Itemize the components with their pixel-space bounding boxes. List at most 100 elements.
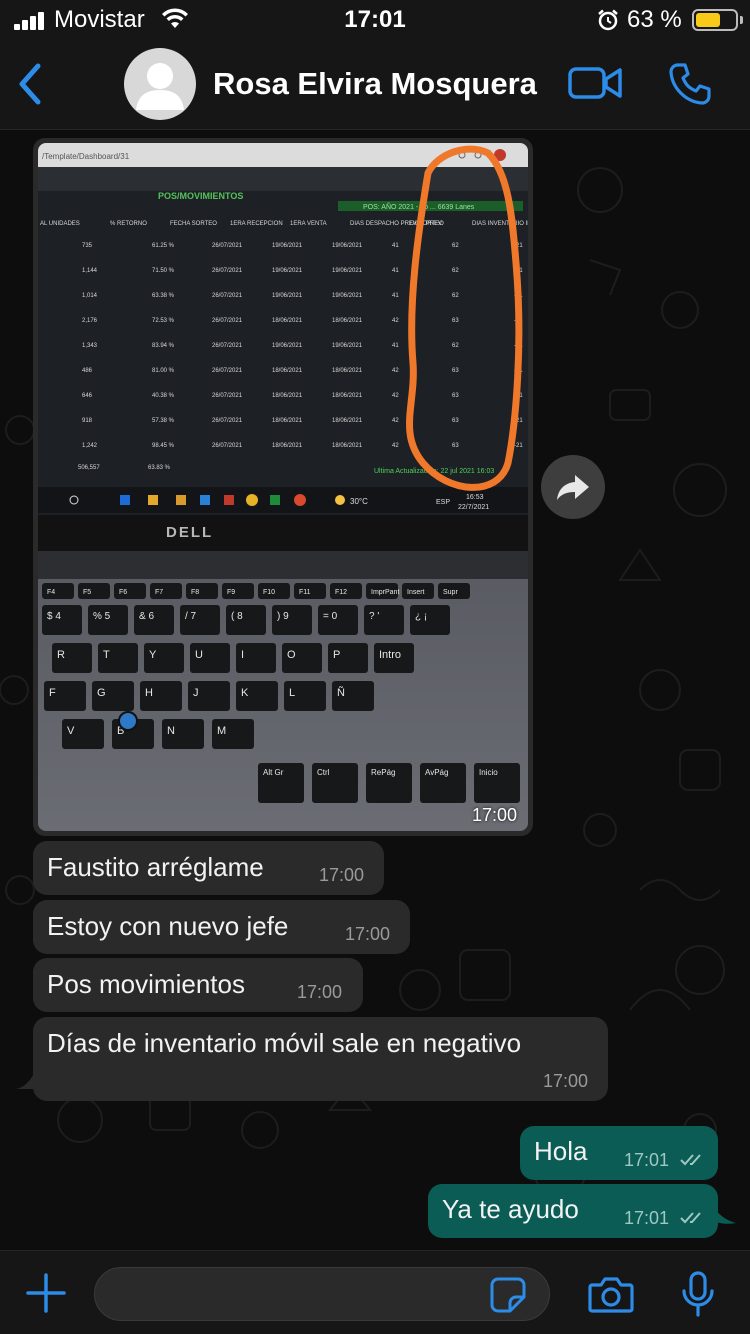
photo-weather: 30°C — [350, 497, 368, 506]
bubble-tail — [710, 1197, 736, 1224]
photo-cell: 18/06/2021 — [332, 368, 363, 374]
photo-key-label: ? ' — [369, 611, 379, 622]
chat-area[interactable]: /Template/Dashboard/31 POS/MOVIMIENTOS P… — [0, 130, 750, 1250]
photo-cell: 63 — [452, 393, 459, 399]
photo-cell: 41 — [392, 243, 399, 249]
photo-cell: 42 — [392, 368, 399, 374]
photo-key-label: R — [57, 649, 65, 661]
photo-key-label: Alt Gr — [263, 768, 284, 777]
message-bubble[interactable]: Días de inventario móvil sale en negativ… — [33, 1017, 608, 1101]
sticker-icon[interactable] — [490, 1277, 526, 1313]
photo-cell: 62 — [452, 343, 459, 349]
photo-cell: 1,144 — [82, 268, 98, 274]
photo-key-label: I — [241, 649, 244, 661]
photo-column-header: DIAS PREV — [410, 221, 442, 227]
photo-key-label: ¿ ¡ — [415, 611, 427, 622]
message-bubble[interactable]: Ya te ayudo 17:01 — [428, 1184, 718, 1238]
phone-call-icon[interactable] — [668, 62, 712, 106]
forward-button[interactable] — [541, 455, 605, 519]
photo-cell: 646 — [82, 393, 93, 399]
photo-key-label: F6 — [119, 589, 127, 596]
photo-key-label: F9 — [227, 589, 235, 596]
photo-cell: -21 — [514, 443, 523, 449]
message-text: Faustito arréglame — [47, 852, 264, 882]
plus-icon[interactable] — [26, 1273, 66, 1313]
photo-brand: DELL — [166, 524, 213, 541]
back-chevron-icon[interactable] — [14, 62, 44, 106]
photo-image: /Template/Dashboard/31 POS/MOVIMIENTOS P… — [38, 143, 528, 831]
video-call-icon[interactable] — [568, 65, 622, 101]
photo-cell: 40.38 % — [152, 393, 175, 399]
photo-cell: 42 — [392, 318, 399, 324]
camera-icon[interactable] — [588, 1275, 634, 1313]
photo-key-label: $ 4 — [47, 611, 61, 622]
photo-key-label: % 5 — [93, 611, 111, 622]
photo-cell: 63.38 % — [152, 293, 175, 299]
avatar[interactable] — [124, 48, 196, 120]
message-time: 17:00 — [345, 924, 391, 944]
photo-cell: 1,242 — [82, 443, 98, 449]
photo-cell: 26/07/2021 — [212, 343, 243, 349]
photo-key-label: V — [67, 725, 75, 737]
photo-cell: 26/07/2021 — [212, 418, 243, 424]
photo-cell: 19/06/2021 — [332, 243, 363, 249]
message-time: 17:00 — [543, 1071, 589, 1091]
photo-cell: 18/06/2021 — [272, 318, 303, 324]
microphone-icon[interactable] — [680, 1271, 716, 1317]
message-bubble[interactable]: Pos movimientos 17:00 — [33, 958, 363, 1012]
photo-total-cell: 506,557 — [78, 465, 100, 471]
photo-date: 22/7/2021 — [458, 504, 489, 511]
photo-url: /Template/Dashboard/31 — [42, 152, 130, 161]
photo-cell: 1,343 — [82, 343, 98, 349]
image-message[interactable]: /Template/Dashboard/31 POS/MOVIMIENTOS P… — [33, 138, 533, 836]
photo-key-label: = 0 — [323, 611, 338, 622]
photo-cell: 62 — [452, 243, 459, 249]
photo-cell: 62 — [452, 268, 459, 274]
message-time: 17:01 — [624, 1150, 670, 1170]
message-text: Días de inventario móvil sale en negativ… — [47, 1028, 522, 1058]
message-text: Estoy con nuevo jefe — [47, 911, 289, 941]
laptop-photo[interactable]: /Template/Dashboard/31 POS/MOVIMIENTOS P… — [38, 143, 528, 831]
photo-cell: 83.94 % — [152, 343, 175, 349]
photo-cell: 19/06/2021 — [272, 343, 303, 349]
photo-cell: 26/07/2021 — [212, 268, 243, 274]
alarm-icon — [598, 9, 618, 31]
contact-name[interactable]: Rosa Elvira Mosquera — [213, 66, 537, 102]
photo-column-header: % RETORNO — [110, 221, 147, 227]
bubble-tail — [16, 1065, 38, 1089]
battery-icon — [692, 9, 738, 31]
message-bubble[interactable]: Faustito arréglame 17:00 — [33, 841, 384, 895]
photo-cell: 18/06/2021 — [332, 318, 363, 324]
photo-key-label: ) 9 — [277, 611, 289, 622]
photo-key-label: K — [241, 687, 249, 699]
status-bar: Movistar 17:01 63 % — [0, 0, 750, 40]
photo-cell: 61.25 % — [152, 243, 175, 249]
message-bubble[interactable]: Estoy con nuevo jefe 17:00 — [33, 900, 410, 954]
photo-cell: 26/07/2021 — [212, 318, 243, 324]
message-bubble[interactable]: Hola 17:01 — [520, 1126, 718, 1180]
photo-column-header: 1ERA VENTA — [290, 221, 327, 227]
photo-key-label: Intro — [379, 649, 401, 661]
photo-key-label: & 6 — [139, 611, 154, 622]
photo-cell: 26/07/2021 — [212, 243, 243, 249]
battery-tip — [740, 16, 743, 24]
read-receipt-icon — [680, 1212, 701, 1224]
photo-cell: 918 — [82, 418, 93, 424]
photo-column-header: AL UNIDADES — [40, 221, 80, 227]
photo-key-label: J — [193, 687, 199, 699]
photo-key-label: U — [195, 649, 203, 661]
message-input[interactable] — [94, 1267, 550, 1321]
photo-cell: 63 — [452, 443, 459, 449]
message-text: Ya te ayudo — [442, 1194, 579, 1224]
chat-screen: Movistar 17:01 63 % Rosa Elvira Mosquera… — [0, 0, 750, 1334]
message-text: Pos movimientos — [47, 969, 245, 999]
photo-key-label: Insert — [407, 589, 425, 596]
photo-key-label: F — [49, 687, 56, 699]
photo-lang: ESP — [436, 499, 450, 506]
photo-cell: 26/07/2021 — [212, 293, 243, 299]
photo-key-label: / 7 — [185, 611, 197, 622]
forward-icon — [557, 475, 589, 500]
photo-cell: 18/06/2021 — [332, 443, 363, 449]
photo-cell: 42 — [392, 393, 399, 399]
message-time: 17:00 — [297, 982, 343, 1002]
